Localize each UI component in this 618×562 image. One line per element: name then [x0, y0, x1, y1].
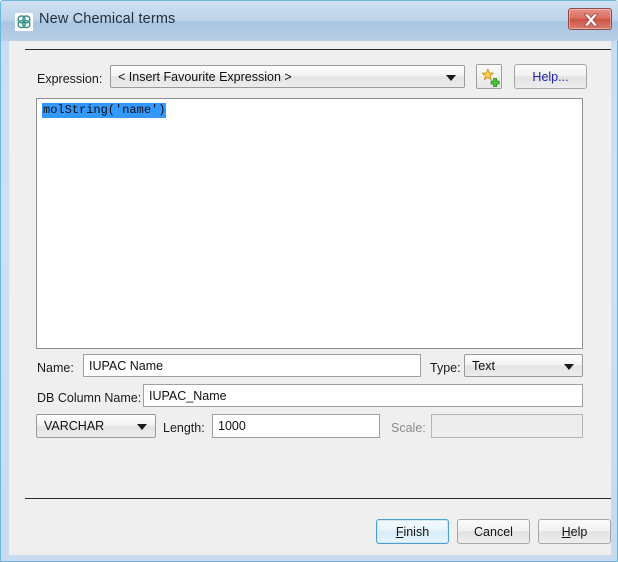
sql-datatype-dropdown[interactable]: VARCHAR [36, 414, 156, 438]
expression-help-label: Help... [532, 69, 569, 84]
cancel-button-label: Cancel [474, 524, 513, 539]
type-value: Text [472, 358, 495, 373]
favourite-expression-dropdown[interactable]: < Insert Favourite Expression > [110, 65, 465, 88]
length-value: 1000 [218, 419, 246, 433]
length-label: Length: [163, 421, 205, 435]
chevron-down-icon [446, 74, 456, 81]
window-title: New Chemical terms [39, 11, 176, 27]
close-button[interactable] [568, 8, 612, 30]
scale-label: Scale: [391, 421, 426, 435]
close-icon [583, 13, 599, 27]
chevron-down-icon [564, 363, 574, 370]
top-separator [25, 49, 611, 50]
expression-code: molString('name') [42, 103, 167, 118]
star-plus-icon [481, 68, 500, 87]
help-button[interactable]: Help [538, 519, 611, 544]
dialog-window: New Chemical terms Expression: < Insert … [0, 0, 618, 562]
cancel-button[interactable]: Cancel [457, 519, 530, 544]
name-input-value: IUPAC Name [89, 358, 164, 373]
expression-editor[interactable]: molString('name') [36, 98, 583, 349]
molecule-icon [15, 13, 33, 31]
dialog-content: Expression: < Insert Favourite Expressio… [9, 41, 611, 555]
expression-label: Expression: [37, 72, 103, 86]
db-column-name-input[interactable]: IUPAC_Name [143, 384, 583, 407]
help-button-label: Help [561, 524, 588, 539]
scale-input [431, 414, 583, 438]
favourite-expression-value: < Insert Favourite Expression > [118, 69, 292, 84]
finish-button-label: Finish [395, 524, 430, 539]
chevron-down-icon [137, 424, 147, 430]
length-input[interactable]: 1000 [212, 414, 380, 438]
add-favourite-button[interactable] [476, 64, 502, 89]
finish-button[interactable]: Finish [376, 519, 449, 544]
name-input[interactable]: IUPAC Name [83, 354, 421, 377]
expression-help-button[interactable]: Help... [514, 64, 587, 89]
name-label: Name: [37, 361, 74, 375]
title-bar[interactable]: New Chemical terms [1, 1, 618, 41]
db-column-name-label: DB Column Name: [37, 391, 142, 405]
type-label: Type: [430, 361, 461, 375]
db-column-name-value: IUPAC_Name [149, 388, 227, 403]
bottom-separator [25, 498, 611, 499]
sql-datatype-value: VARCHAR [44, 419, 105, 433]
type-dropdown[interactable]: Text [464, 354, 583, 377]
